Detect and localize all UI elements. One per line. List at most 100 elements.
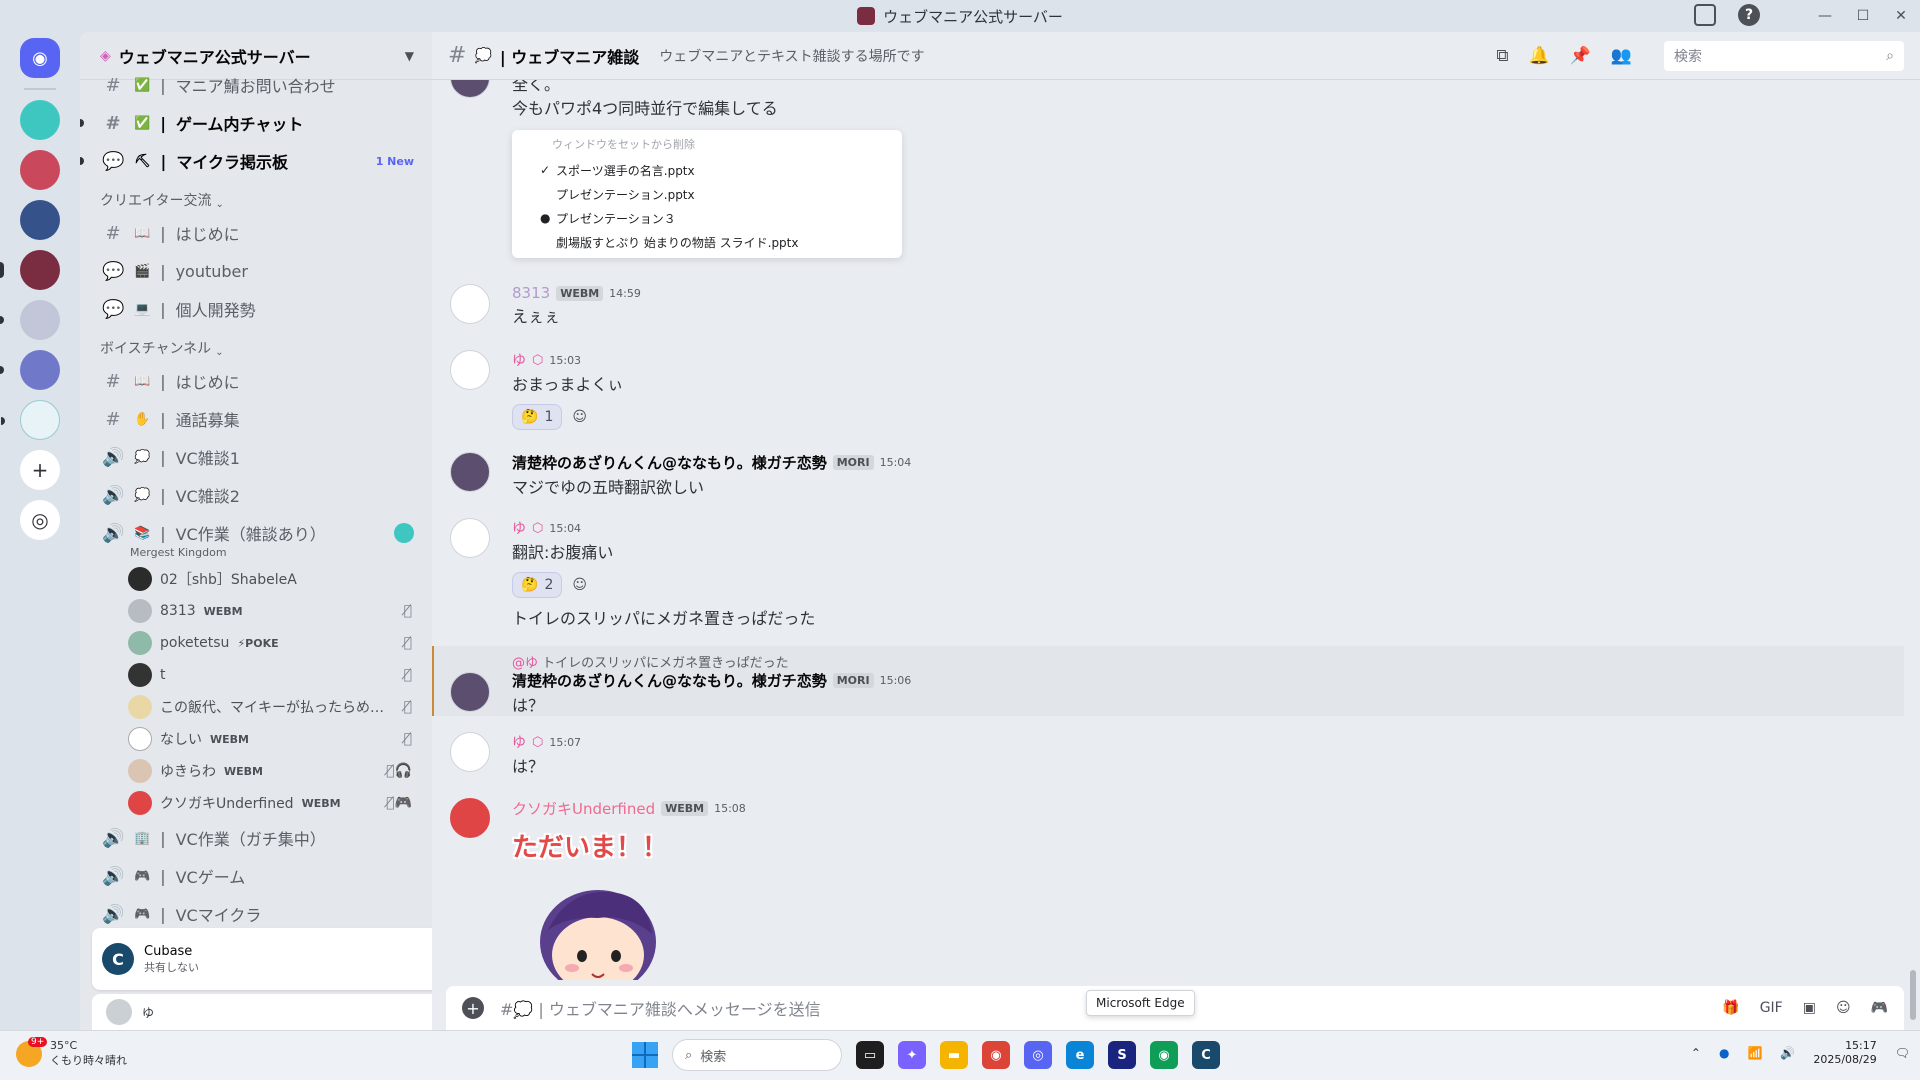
close-button[interactable]: ✕ (1882, 8, 1920, 24)
wifi-icon[interactable]: 📶 (1747, 1046, 1762, 1060)
weather-widget[interactable]: 9+ 35°C くもり時々晴れ (16, 1037, 127, 1068)
image-attachment[interactable]: ウィンドウをセットから削除 ✓ スポーツ選手の名言.pptx プレゼンテーション.… (512, 130, 902, 258)
notification-icon[interactable]: 🗨 (1895, 1046, 1910, 1060)
vc-user[interactable]: この飯代、マイキーが払ったらめ… 🎙̸ (80, 691, 432, 723)
chrome-profile-icon[interactable]: ◉ (1150, 1041, 1178, 1069)
add-reaction-icon[interactable]: ☺ (570, 572, 589, 598)
onedrive-icon[interactable]: ● (1719, 1046, 1729, 1060)
channel-label: VCマイクラ (175, 906, 262, 925)
server-icon-7[interactable] (1, 400, 60, 440)
voice-channel-item[interactable]: 🔊 🏢 | VC作業（ガチ集中） (80, 819, 432, 857)
maximize-button[interactable]: ☐ (1844, 8, 1882, 24)
channel-topic: ウェブマニアとテキスト雑談する場所です (659, 48, 925, 65)
chrome-icon[interactable]: ◉ (982, 1041, 1010, 1069)
channel-item[interactable]: 💬 💻 | 個人開発勢 (80, 290, 432, 328)
cubase-taskbar-icon[interactable]: C (1192, 1041, 1220, 1069)
activity-panel[interactable]: C Cubase 共有しない ⇄ (92, 928, 432, 990)
add-server-icon[interactable]: + (20, 450, 60, 490)
gif-icon[interactable]: GIF (1760, 1000, 1783, 1016)
channel-item[interactable]: # ✅ | ゲーム内チャット (80, 104, 432, 142)
channel-item[interactable]: # 📖 | はじめに (80, 214, 432, 252)
server-icon-active[interactable] (0, 250, 60, 290)
discord-home-icon[interactable]: ◉ (20, 38, 60, 78)
clock[interactable]: 15:17 2025/08/29 (1813, 1039, 1876, 1068)
add-reaction-icon[interactable]: ☺ (570, 404, 589, 430)
vc-user-name: なしい (160, 732, 202, 748)
channel-item[interactable]: 💬 🎬 | youtuber (80, 252, 432, 290)
channel-item[interactable]: # ✅ | マニア鯖お問い合わせ (80, 66, 432, 104)
unread-indicator (80, 119, 84, 127)
taskbar-search[interactable]: ⌕ 検索 (672, 1039, 842, 1071)
search-input[interactable]: 検索 ⌕ (1664, 40, 1904, 71)
reaction-chip[interactable]: 🤔 1 (512, 403, 563, 430)
vc-user[interactable]: poketetsu ⚡POKE 🎙̸ (80, 627, 432, 659)
bell-icon[interactable]: 🔔 (1528, 46, 1549, 66)
message: 8313 WEBM 14:59 えぇぇ (432, 284, 1902, 334)
copilot-icon[interactable]: ✦ (898, 1041, 926, 1069)
voice-channel-item[interactable]: 🔊 💭 | VC雑談1 (80, 438, 432, 476)
server-icon-1[interactable] (20, 100, 60, 140)
author-name[interactable]: ゆ (512, 350, 526, 370)
explore-icon[interactable]: ◎ (20, 500, 60, 540)
avatar[interactable] (450, 798, 490, 838)
avatar[interactable] (450, 518, 490, 558)
vc-user-name: 8313 (160, 603, 196, 619)
author-name[interactable]: 清楚枠のあざりんくん@ななもり。様ガチ恋勢 (512, 452, 827, 473)
channel-item[interactable]: # ✋ | 通話募集 (80, 400, 432, 438)
server-icon-3[interactable] (20, 200, 60, 240)
voice-channel-item[interactable]: 🔊 📚 | VC作業（雑談あり） (80, 514, 432, 552)
edge-icon[interactable]: e (1066, 1041, 1094, 1069)
file-explorer-icon[interactable]: ▬ (940, 1041, 968, 1069)
gift-icon[interactable]: 🎁 (1722, 1000, 1739, 1016)
author-name[interactable]: クソガキUnderfined (512, 798, 655, 819)
avatar[interactable] (450, 732, 490, 772)
inbox-icon[interactable] (1694, 4, 1716, 26)
channel-item[interactable]: # 📖 | はじめに (80, 362, 432, 400)
activities-icon[interactable]: 🎮 (1871, 1000, 1888, 1016)
category-label: クリエイター交流 (100, 193, 212, 209)
sticker-icon[interactable]: ▣ (1803, 1000, 1816, 1016)
vc-user[interactable]: t 🎙̸ (80, 659, 432, 691)
volume-icon[interactable]: 🔊 (1780, 1046, 1795, 1060)
threads-icon[interactable]: ⧉ (1496, 46, 1508, 66)
voice-channel-item[interactable]: 🔊 💭 | VC雑談2 (80, 476, 432, 514)
user-panel[interactable]: ゆ (92, 994, 432, 1030)
scrollbar[interactable] (1910, 970, 1916, 1020)
chevron-up-icon[interactable]: ⌃ (1691, 1046, 1701, 1060)
windows-start-icon[interactable] (632, 1042, 658, 1068)
vc-user[interactable]: クソガキUnderfined WEBM 🎙̸🎮 (80, 787, 432, 819)
weather-temp: 35°C (50, 1039, 78, 1052)
avatar[interactable] (450, 350, 490, 390)
author-name[interactable]: ゆ (512, 518, 526, 538)
pin-icon[interactable]: 📌 (1570, 46, 1591, 66)
vc-user[interactable]: 02［shb］ShabeleA (80, 563, 432, 595)
server-icon-6[interactable] (0, 350, 60, 390)
server-icon-5[interactable] (0, 300, 60, 340)
server-icon-2[interactable] (20, 150, 60, 190)
sticker-image[interactable] (528, 870, 668, 980)
discord-taskbar-icon[interactable]: ◎ (1024, 1041, 1052, 1069)
attach-plus-icon[interactable]: + (462, 997, 484, 1019)
voice-channel-item[interactable]: 🔊 🎮 | VCゲーム (80, 857, 432, 895)
avatar[interactable] (450, 452, 490, 492)
author-name[interactable]: ゆ (512, 732, 526, 752)
vc-user[interactable]: なしい WEBM 🎙̸ (80, 723, 432, 755)
avatar[interactable] (450, 284, 490, 324)
reply-reference[interactable]: @ゆ トイレのスリッパにメガネ置きっぱだった (512, 652, 1882, 671)
avatar[interactable] (450, 672, 490, 712)
category-creators[interactable]: クリエイター交流 ⌄ (80, 180, 432, 214)
channel-item[interactable]: 💬 ⛏ | マイクラ掲示板 1 New (80, 142, 432, 180)
vc-user-name: この飯代、マイキーが払ったらめ… (160, 700, 384, 716)
task-view-icon[interactable]: ▭ (856, 1041, 884, 1069)
author-name[interactable]: 8313 (512, 284, 550, 302)
author-name[interactable]: 清楚枠のあざりんくん@ななもり。様ガチ恋勢 (512, 670, 827, 691)
app-icon[interactable]: S (1108, 1041, 1136, 1069)
vc-user[interactable]: 8313 WEBM 🎙̸ (80, 595, 432, 627)
help-icon[interactable]: ? (1738, 4, 1760, 26)
vc-user[interactable]: ゆきらわ WEBM 🎙̸🎧 (80, 755, 432, 787)
minimize-button[interactable]: — (1806, 8, 1844, 24)
category-voice[interactable]: ボイスチャンネル ⌄ (80, 328, 432, 362)
reaction-chip[interactable]: 🤔 2 (512, 571, 563, 598)
members-icon[interactable]: 👥 (1611, 46, 1632, 66)
emoji-icon[interactable]: ☺ (1836, 1000, 1851, 1016)
